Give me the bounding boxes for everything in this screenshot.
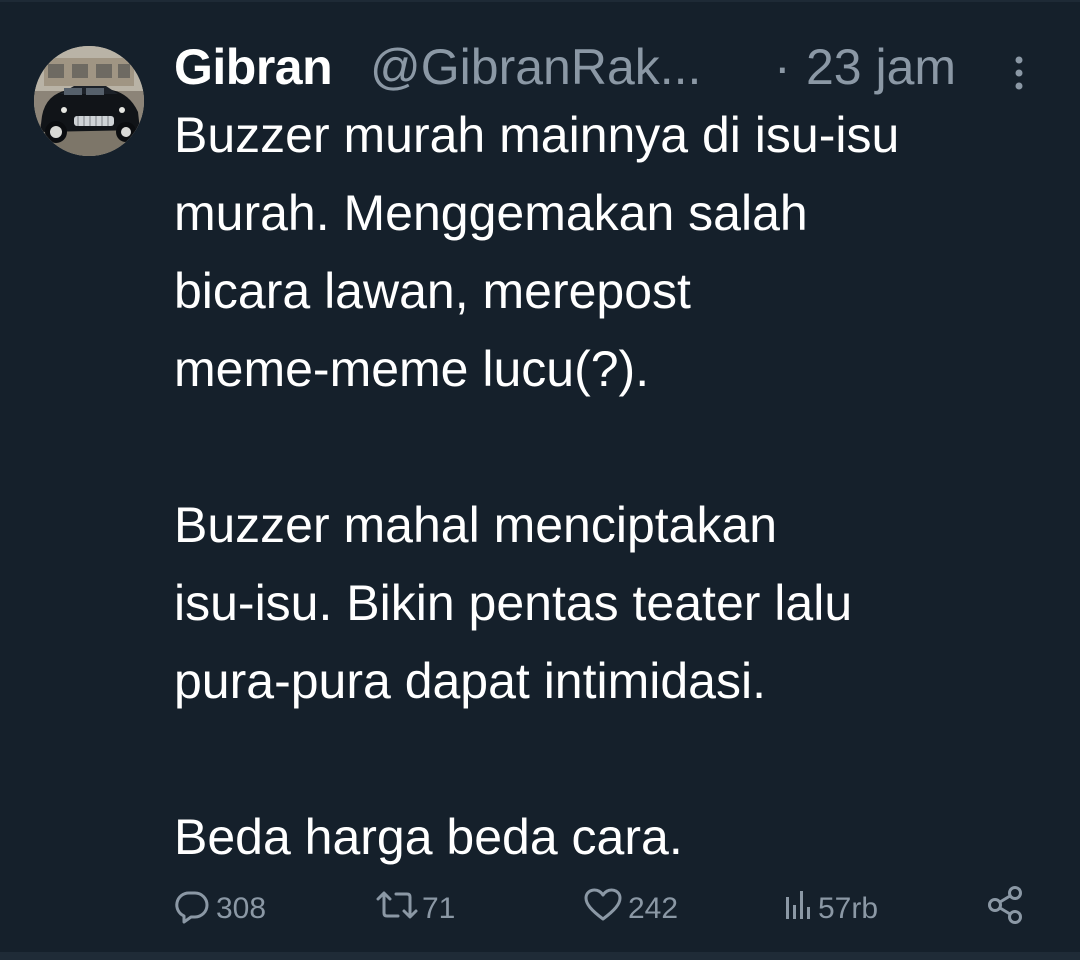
tweet-line: pura-pura dapat intimidasi. [174, 653, 766, 709]
avatar-car-image [34, 46, 144, 156]
tweet-line: isu-isu. Bikin pentas teater lalu [174, 575, 853, 631]
tweet-line: bicara lawan, merepost [174, 263, 691, 319]
repost-button[interactable]: 71 [372, 884, 455, 934]
views-chart-icon [782, 885, 818, 933]
reply-button[interactable]: 308 [172, 884, 266, 934]
tweet[interactable]: Gibran @GibranRak... · 23 jam Buzzer mur… [0, 0, 1080, 960]
heart-icon [582, 885, 624, 933]
tweet-line: murah. Menggemakan salah [174, 185, 808, 241]
tweet-line: Buzzer mahal menciptakan [174, 497, 778, 553]
top-divider [0, 0, 1080, 2]
more-vertical-icon[interactable] [1004, 50, 1034, 96]
like-button[interactable]: 242 [582, 884, 678, 934]
tweet-text: Buzzer murah mainnya di isu-isu murah. M… [174, 96, 1054, 876]
tweet-line: Buzzer murah mainnya di isu-isu [174, 107, 900, 163]
reply-icon [172, 885, 212, 933]
share-button[interactable] [984, 884, 1028, 934]
user-handle[interactable]: @GibranRak... [370, 38, 701, 96]
bottom-divider [0, 952, 1080, 960]
like-count: 242 [628, 892, 679, 925]
views-button[interactable]: 57rb [782, 884, 878, 934]
avatar[interactable] [34, 46, 144, 156]
tweet-header: Gibran @GibranRak... · 23 jam [174, 36, 1054, 96]
tweet-line: meme-meme lucu(?). [174, 341, 650, 397]
tweet-line: Beda harga beda cara. [174, 809, 683, 865]
display-name[interactable]: Gibran [174, 38, 333, 96]
reply-count: 308 [216, 892, 267, 925]
action-bar: 308 71 242 57rb [0, 884, 1080, 934]
views-count: 57rb [818, 892, 879, 925]
share-icon [984, 883, 1028, 935]
repost-count: 71 [422, 892, 456, 925]
repost-icon [372, 885, 422, 933]
tweet-time[interactable]: 23 jam [806, 38, 956, 96]
separator-dot: · [774, 39, 791, 95]
